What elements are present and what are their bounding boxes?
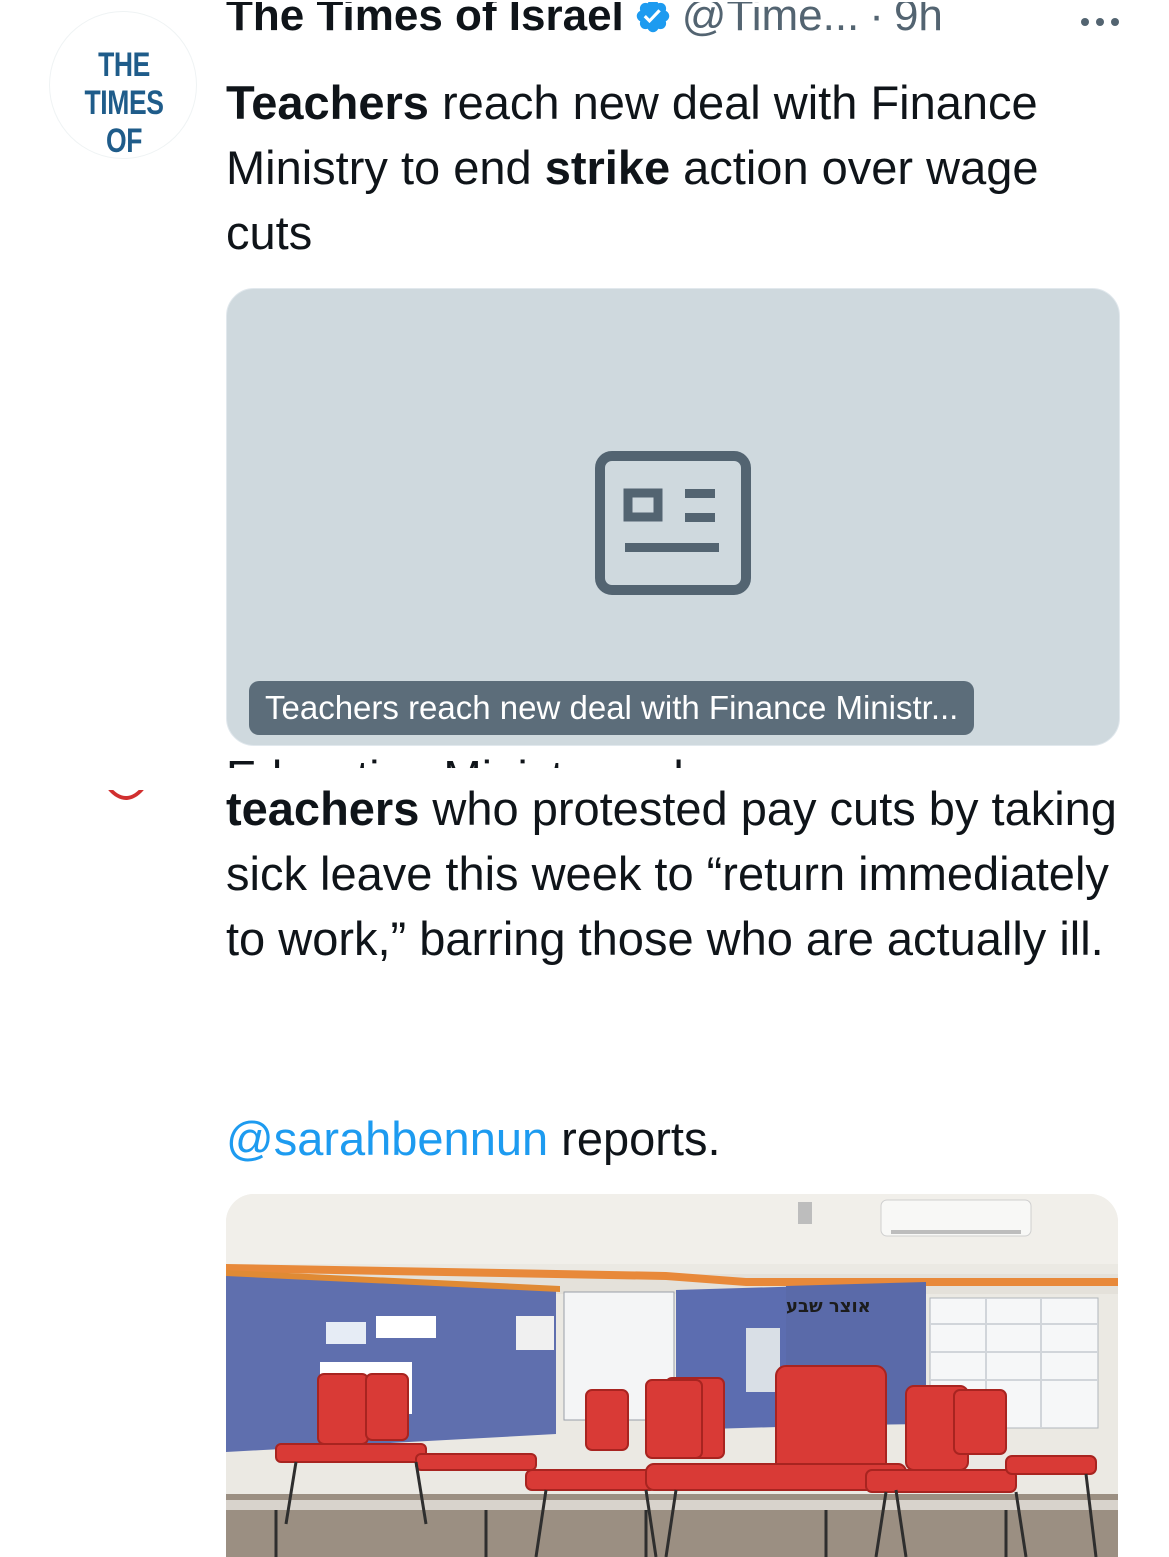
mention-link[interactable]: @sarahbennun xyxy=(226,1112,548,1165)
link-preview-card[interactable]: Teachers reach new deal with Finance Min… xyxy=(226,288,1120,746)
verified-badge-icon xyxy=(636,2,670,33)
classroom-illustration: אוצר שבע xyxy=(226,1194,1118,1557)
tweet2-text: teachers who protested pay cuts by takin… xyxy=(226,782,1117,965)
tweet-header: The Times of Israel @Time... · 9h xyxy=(226,2,1126,54)
minister-avatar[interactable] xyxy=(78,720,174,800)
photo-sign-text: אוצר שבע xyxy=(786,1296,871,1317)
more-options-icon[interactable] xyxy=(1081,18,1119,26)
news-article-icon xyxy=(595,451,751,595)
cutoff-text-line: Education Minister orders xyxy=(226,752,826,768)
author-handle[interactable]: @Time... xyxy=(682,2,859,41)
tweet-text: Teachers reach new deal with Finance Min… xyxy=(226,76,1039,259)
avatar-logo-text: THE TIMES OF ISRAEL xyxy=(84,46,164,158)
classroom-photo[interactable]: אוצר שבע xyxy=(226,1194,1118,1557)
times-of-israel-avatar[interactable]: THE TIMES OF ISRAEL xyxy=(50,12,196,158)
card-caption: Teachers reach new deal with Finance Min… xyxy=(249,681,975,735)
mention-line: @sarahbennun reports. xyxy=(226,1112,721,1165)
author-name[interactable]: The Times of Israel xyxy=(226,2,624,41)
tweet-time[interactable]: 9h xyxy=(894,2,943,41)
separator-dot: · xyxy=(869,2,884,40)
